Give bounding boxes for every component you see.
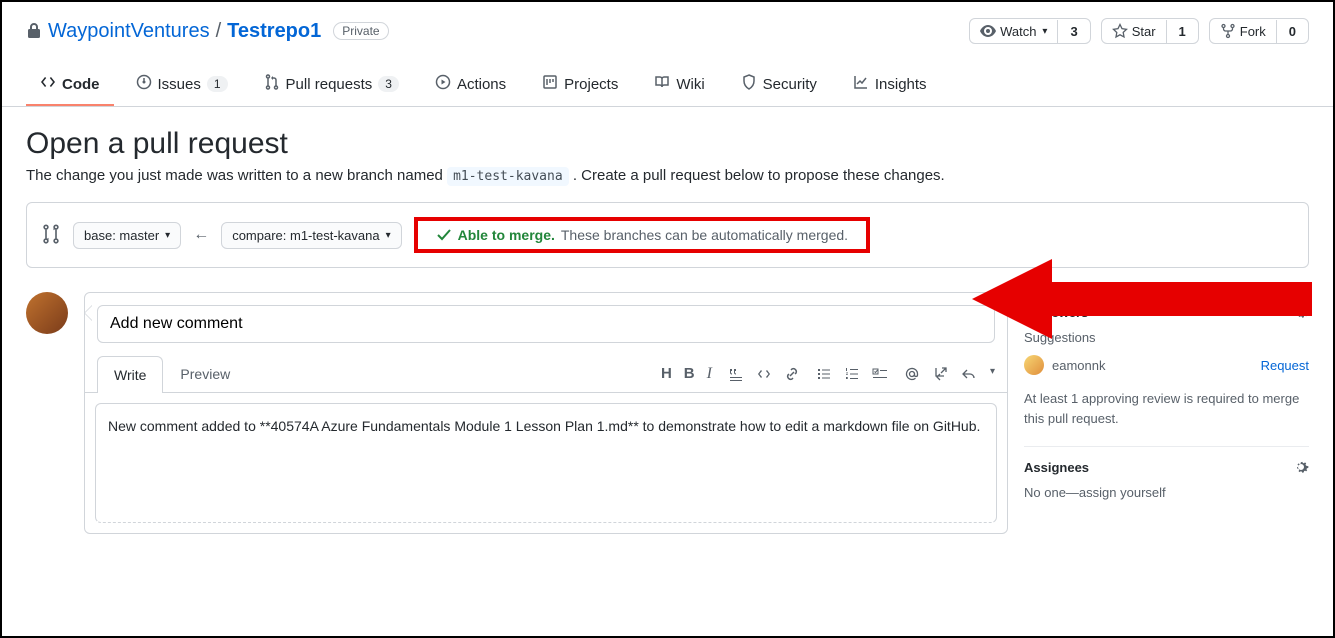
quote-icon[interactable] bbox=[728, 366, 744, 382]
star-button[interactable]: Star 1 bbox=[1101, 18, 1199, 44]
heading-icon[interactable]: H bbox=[661, 365, 672, 383]
path-separator: / bbox=[216, 20, 222, 43]
annotation-arrow bbox=[972, 254, 1322, 364]
tab-pull-requests[interactable]: Pull requests3 bbox=[250, 64, 413, 106]
link-icon[interactable] bbox=[784, 366, 800, 382]
tab-security[interactable]: Security bbox=[727, 64, 831, 106]
git-compare-icon bbox=[41, 224, 61, 247]
tab-write[interactable]: Write bbox=[97, 356, 163, 393]
assignees-text[interactable]: No one—assign yourself bbox=[1024, 485, 1309, 500]
repo-title: WaypointVentures / Testrepo1 Private bbox=[26, 20, 389, 43]
tab-issues[interactable]: Issues1 bbox=[122, 64, 242, 106]
page-title: Open a pull request bbox=[26, 127, 1309, 161]
assignees-title[interactable]: Assignees bbox=[1024, 460, 1089, 475]
tab-actions[interactable]: Actions bbox=[421, 64, 520, 106]
compare-branch-select[interactable]: compare: m1-test-kavana▾ bbox=[221, 222, 401, 249]
lock-icon bbox=[26, 22, 42, 40]
md-toolbar: H B I bbox=[661, 365, 995, 383]
repo-owner-link[interactable]: WaypointVentures bbox=[48, 20, 210, 43]
tab-projects[interactable]: Projects bbox=[528, 64, 632, 106]
privacy-badge: Private bbox=[333, 22, 388, 40]
tab-preview[interactable]: Preview bbox=[163, 355, 247, 392]
bold-icon[interactable]: B bbox=[684, 365, 695, 383]
mention-icon[interactable] bbox=[904, 366, 920, 382]
task-list-icon[interactable] bbox=[872, 366, 888, 382]
merge-status-highlight: Able to merge. These branches can be aut… bbox=[414, 217, 870, 253]
numbered-list-icon[interactable] bbox=[844, 366, 860, 382]
fork-button[interactable]: Fork 0 bbox=[1209, 18, 1309, 44]
review-required-note: At least 1 approving review is required … bbox=[1024, 389, 1309, 428]
branch-chip: m1-test-kavana bbox=[447, 167, 569, 186]
gear-icon[interactable] bbox=[1293, 459, 1309, 475]
header-actions: Watch▾ 3 Star 1 Fork 0 bbox=[969, 18, 1309, 44]
check-icon bbox=[436, 227, 452, 243]
bullet-list-icon[interactable] bbox=[816, 366, 832, 382]
base-branch-select[interactable]: base: master▾ bbox=[73, 222, 181, 249]
code-icon[interactable] bbox=[756, 366, 772, 382]
repo-name-link[interactable]: Testrepo1 bbox=[227, 20, 321, 43]
repo-nav: Code Issues1 Pull requests3 Actions Proj… bbox=[2, 64, 1333, 107]
cross-reference-icon[interactable] bbox=[932, 366, 948, 382]
page-subtitle: The change you just made was written to … bbox=[26, 167, 1309, 184]
user-avatar[interactable] bbox=[26, 292, 68, 334]
repo-header: WaypointVentures / Testrepo1 Private Wat… bbox=[2, 2, 1333, 44]
saved-reply-icon[interactable] bbox=[960, 366, 976, 382]
tab-code[interactable]: Code bbox=[26, 64, 114, 106]
italic-icon[interactable]: I bbox=[707, 365, 712, 383]
comment-box: Write Preview H B I bbox=[84, 292, 1008, 534]
tab-wiki[interactable]: Wiki bbox=[640, 64, 718, 106]
arrow-left-icon: ← bbox=[193, 226, 209, 244]
pr-title-input[interactable] bbox=[97, 305, 995, 343]
watch-button[interactable]: Watch▾ 3 bbox=[969, 18, 1091, 44]
tab-insights[interactable]: Insights bbox=[839, 64, 941, 106]
pr-body-textarea[interactable]: New comment added to **40574A Azure Fund… bbox=[95, 403, 997, 523]
